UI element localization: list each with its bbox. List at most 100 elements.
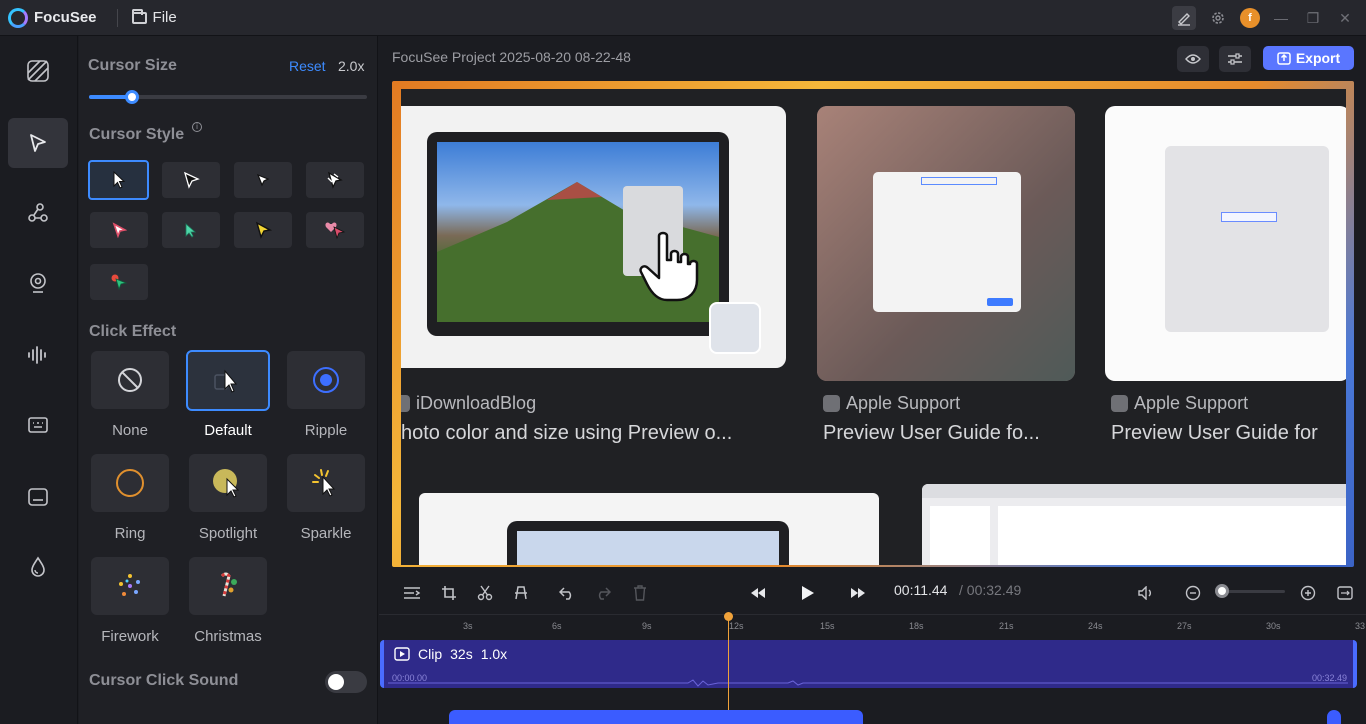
click-effect-firework[interactable] xyxy=(91,557,169,615)
zoom-out-icon[interactable] xyxy=(1182,582,1204,604)
result-source-2-label: Apple Support xyxy=(846,393,961,413)
speed-icon[interactable] xyxy=(510,582,532,604)
track-end-handle[interactable] xyxy=(1327,710,1341,724)
total-time: / 00:32.49 xyxy=(959,582,1021,598)
clip-start-time: 00:00.00 xyxy=(392,673,428,683)
tick-label: 12s xyxy=(729,621,744,631)
close-icon[interactable]: ✕ xyxy=(1334,7,1356,29)
cursor-style-small-arrow[interactable] xyxy=(234,162,292,198)
cursor-tool-icon[interactable] xyxy=(8,118,68,168)
undo-icon[interactable] xyxy=(556,582,578,604)
result-source-1-label: iDownloadBlog xyxy=(416,393,537,413)
crop-icon[interactable] xyxy=(438,582,460,604)
click-effect-default-label: Default xyxy=(204,422,252,439)
export-dialog xyxy=(873,172,1021,312)
playhead-line[interactable] xyxy=(728,614,729,724)
click-effect-none-label: None xyxy=(112,422,148,439)
zoom-segment-track[interactable] xyxy=(449,710,863,724)
timeline-zoom-thumb[interactable] xyxy=(1215,584,1229,598)
tick-label: 18s xyxy=(909,621,924,631)
file-menu[interactable]: File xyxy=(131,8,177,26)
info-icon[interactable]: i xyxy=(192,122,202,132)
click-effect-default[interactable] xyxy=(186,350,270,411)
restore-icon[interactable]: ❐ xyxy=(1302,7,1324,29)
annotate-icon[interactable] xyxy=(1172,6,1196,30)
title-bar-actions: f — ❐ ✕ xyxy=(1172,6,1356,30)
click-effect-christmas[interactable] xyxy=(189,557,267,615)
zoom-path-tool-icon[interactable] xyxy=(8,188,68,238)
fast-forward-icon[interactable] xyxy=(847,582,869,604)
result-thumbnail-1[interactable] xyxy=(401,106,786,368)
laptop-image-2 xyxy=(507,521,789,565)
result-thumbnail-4[interactable] xyxy=(419,493,879,565)
total-time-value: 00:32.49 xyxy=(966,582,1022,598)
export-button[interactable]: Export xyxy=(1263,46,1354,70)
result-thumbnail-3[interactable] xyxy=(1105,106,1346,381)
minimize-icon[interactable]: — xyxy=(1270,7,1292,29)
ripple-icon xyxy=(313,367,339,393)
split-track-icon[interactable] xyxy=(401,582,423,604)
cursor-style-pink-arrow[interactable] xyxy=(90,212,148,248)
click-effect-none[interactable] xyxy=(91,351,169,409)
signature-dialog xyxy=(1165,146,1329,332)
result-thumbnail-2[interactable] xyxy=(817,106,1075,381)
click-effect-spotlight[interactable] xyxy=(189,454,267,512)
account-avatar[interactable]: f xyxy=(1240,8,1260,28)
cursor-style-black-arrow[interactable] xyxy=(162,162,220,198)
settings-gear-icon[interactable] xyxy=(1206,6,1230,30)
fit-timeline-icon[interactable] xyxy=(1334,582,1356,604)
video-clip-track[interactable]: Clip 32s 1.0x 00:00.00 00:32.49 xyxy=(380,640,1357,688)
zoom-in-icon[interactable] xyxy=(1297,582,1319,604)
click-effect-ring[interactable] xyxy=(91,454,169,512)
preview-app-icon xyxy=(709,302,761,354)
cursor-style-yellow-arrow[interactable] xyxy=(234,212,292,248)
click-effect-ripple[interactable] xyxy=(287,351,365,409)
audio-tool-icon[interactable] xyxy=(8,330,68,380)
dialog-field xyxy=(921,177,997,185)
caption-tool-icon[interactable] xyxy=(8,472,68,522)
play-icon[interactable] xyxy=(797,582,819,604)
result-source-2[interactable]: Apple Support xyxy=(823,393,960,414)
preview-canvas[interactable]: iDownloadBlog hoto color and size using … xyxy=(392,81,1354,567)
slider-thumb[interactable] xyxy=(125,90,139,104)
rewind-icon[interactable] xyxy=(747,582,769,604)
effects-tool-icon[interactable] xyxy=(8,542,68,592)
result-title-1[interactable]: hoto color and size using Preview o... xyxy=(401,422,732,445)
result-title-3[interactable]: Preview User Guide for xyxy=(1111,422,1318,445)
click-effect-christmas-label: Christmas xyxy=(194,628,262,645)
delete-icon[interactable] xyxy=(629,582,651,604)
result-title-2[interactable]: Preview User Guide fo... xyxy=(823,422,1040,445)
cursor-style-white-arrow[interactable] xyxy=(88,160,149,200)
video-clip-icon xyxy=(394,647,410,661)
click-effect-sparkle[interactable] xyxy=(287,454,365,512)
background-tool-icon[interactable] xyxy=(8,46,68,96)
editor-main: FocuSee Project 2025-08-20 08-22-48 Expo… xyxy=(379,36,1366,724)
sliders-icon xyxy=(1228,53,1242,65)
hand-pointer-icon xyxy=(639,231,699,302)
export-label: Export xyxy=(1295,50,1341,66)
tick-label: 24s xyxy=(1088,621,1103,631)
keystroke-tool-icon[interactable] xyxy=(8,400,68,450)
webcam-tool-icon[interactable] xyxy=(8,258,68,308)
volume-icon[interactable] xyxy=(1135,582,1157,604)
cursor-style-mint-arrow[interactable] xyxy=(162,212,220,248)
preview-eye-button[interactable] xyxy=(1177,46,1209,72)
cut-icon[interactable] xyxy=(474,582,496,604)
cursor-style-ornate-arrow[interactable] xyxy=(306,162,364,198)
click-effect-title: Click Effect xyxy=(89,323,177,340)
result-source-3[interactable]: Apple Support xyxy=(1111,393,1248,414)
cursor-style-green-dot-arrow[interactable] xyxy=(90,264,148,300)
cursor-size-slider[interactable] xyxy=(89,90,367,104)
result-source-1[interactable]: iDownloadBlog xyxy=(401,393,536,414)
redo-icon[interactable] xyxy=(592,582,614,604)
result-thumbnail-5[interactable] xyxy=(922,484,1346,565)
cursor-style-heart-arrow[interactable] xyxy=(306,212,364,248)
playhead-handle[interactable] xyxy=(724,612,733,621)
timeline-ruler[interactable]: 3s 6s 9s 12s 15s 18s 21s 24s 27s 30s 33 xyxy=(379,614,1366,636)
reset-button[interactable]: Reset xyxy=(289,58,326,74)
click-effect-spotlight-label: Spotlight xyxy=(198,525,258,542)
click-sound-toggle[interactable] xyxy=(325,671,367,693)
adjust-button[interactable] xyxy=(1219,46,1251,72)
apple-icon xyxy=(1111,395,1128,412)
tick-label: 9s xyxy=(642,621,652,631)
